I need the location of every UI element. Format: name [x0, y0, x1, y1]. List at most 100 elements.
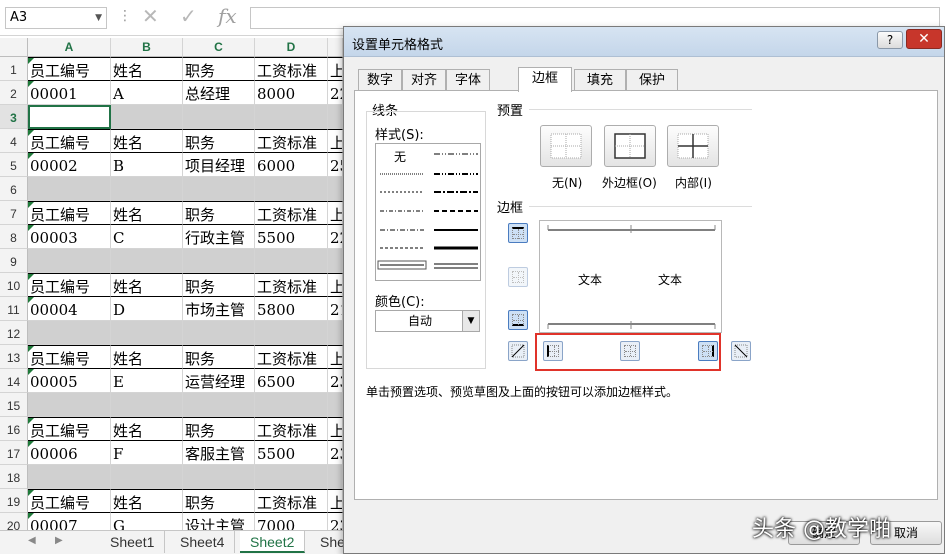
border-preview[interactable]: 文本 文本 [539, 220, 722, 333]
table-cell[interactable]: 项目经理 [183, 153, 255, 177]
table-cell[interactable]: 00004 [28, 297, 111, 321]
enter-icon[interactable]: ✓ [180, 4, 197, 28]
row-header[interactable]: 4 [0, 129, 28, 153]
table-cell[interactable] [111, 177, 183, 201]
table-cell[interactable] [183, 249, 255, 273]
border-top-button[interactable] [508, 223, 528, 243]
table-cell[interactable]: 姓名 [111, 417, 183, 441]
row-header[interactable]: 2 [0, 81, 28, 105]
table-cell[interactable]: 运营经理 [183, 369, 255, 393]
table-cell[interactable]: 工资标准 [255, 57, 328, 81]
table-cell[interactable]: 工资标准 [255, 129, 328, 153]
error-indicator-icon[interactable] [28, 58, 34, 64]
table-cell[interactable] [328, 393, 343, 417]
row-header[interactable]: 16 [0, 417, 28, 441]
table-cell[interactable]: 上 [328, 201, 343, 225]
table-cell[interactable]: 员工编号 [28, 57, 111, 81]
table-cell[interactable] [255, 177, 328, 201]
error-indicator-icon[interactable] [28, 81, 34, 87]
close-button[interactable]: ✕ [906, 29, 942, 49]
table-cell[interactable]: 00005 [28, 369, 111, 393]
error-indicator-icon[interactable] [28, 130, 34, 136]
table-cell[interactable]: 00003 [28, 225, 111, 249]
preset-none-button[interactable] [540, 125, 592, 167]
table-cell[interactable]: 5500 [255, 441, 328, 465]
table-cell[interactable]: 上 [328, 273, 343, 297]
table-cell[interactable] [183, 393, 255, 417]
table-cell[interactable]: 工资标准 [255, 345, 328, 369]
table-cell[interactable]: 职务 [183, 201, 255, 225]
table-cell[interactable]: 22 [328, 81, 343, 105]
table-cell[interactable]: 职务 [183, 129, 255, 153]
table-cell[interactable]: 市场主管 [183, 297, 255, 321]
error-indicator-icon[interactable] [28, 418, 34, 424]
row-header[interactable]: 10 [0, 273, 28, 297]
table-cell[interactable]: 姓名 [111, 345, 183, 369]
table-cell[interactable] [255, 105, 328, 129]
line-style-list[interactable]: 无 [375, 143, 481, 281]
table-cell[interactable] [28, 105, 111, 129]
table-cell[interactable]: C [111, 225, 183, 249]
table-cell[interactable] [28, 465, 111, 489]
table-cell[interactable]: 员工编号 [28, 273, 111, 297]
row-header[interactable]: 11 [0, 297, 28, 321]
table-cell[interactable]: 姓名 [111, 57, 183, 81]
table-cell[interactable]: 员工编号 [28, 489, 111, 513]
table-cell[interactable]: 员工编号 [28, 345, 111, 369]
table-cell[interactable] [183, 321, 255, 345]
table-cell[interactable]: 8000 [255, 81, 328, 105]
table-cell[interactable]: 客服主管 [183, 441, 255, 465]
cancel-icon[interactable]: ✕ [142, 4, 159, 28]
table-cell[interactable] [111, 393, 183, 417]
help-button[interactable]: ? [877, 31, 903, 49]
row-header[interactable]: 15 [0, 393, 28, 417]
table-cell[interactable]: 22 [328, 225, 343, 249]
table-cell[interactable]: 工资标准 [255, 489, 328, 513]
column-header-c[interactable]: C [183, 38, 255, 57]
table-cell[interactable] [255, 465, 328, 489]
error-indicator-icon[interactable] [28, 490, 34, 496]
table-cell[interactable]: 员工编号 [28, 201, 111, 225]
table-cell[interactable]: 上 [328, 489, 343, 513]
table-cell[interactable]: 上 [328, 129, 343, 153]
table-cell[interactable]: 员工编号 [28, 417, 111, 441]
table-cell[interactable]: 25 [328, 153, 343, 177]
sheet-tab-sheet1[interactable]: Sheet1 [100, 531, 166, 553]
table-cell[interactable]: B [111, 153, 183, 177]
error-indicator-icon[interactable] [28, 202, 34, 208]
table-cell[interactable]: 姓名 [111, 129, 183, 153]
preset-inside-button[interactable] [667, 125, 719, 167]
table-cell[interactable]: 行政主管 [183, 225, 255, 249]
table-cell[interactable] [28, 177, 111, 201]
sheet-tab-sheet2[interactable]: Sheet2 [240, 531, 306, 553]
row-header[interactable]: 1 [0, 57, 28, 81]
tab-border[interactable]: 边框 [518, 67, 572, 92]
table-cell[interactable]: 姓名 [111, 489, 183, 513]
table-cell[interactable]: E [111, 369, 183, 393]
table-cell[interactable]: 职务 [183, 345, 255, 369]
table-cell[interactable] [328, 465, 343, 489]
table-cell[interactable]: 6500 [255, 369, 328, 393]
column-header-a[interactable]: A [28, 38, 111, 57]
table-cell[interactable] [111, 249, 183, 273]
column-header-e[interactable] [328, 38, 343, 57]
table-cell[interactable]: 员工编号 [28, 129, 111, 153]
table-cell[interactable]: 5800 [255, 297, 328, 321]
table-cell[interactable]: 工资标准 [255, 417, 328, 441]
table-cell[interactable]: 工资标准 [255, 201, 328, 225]
color-select[interactable]: 自动 ▼ [375, 310, 480, 332]
table-cell[interactable] [183, 465, 255, 489]
error-indicator-icon[interactable] [28, 297, 34, 303]
border-diagonal-up-button[interactable] [508, 341, 528, 361]
row-header[interactable]: 7 [0, 201, 28, 225]
chevron-down-icon[interactable]: ▼ [95, 8, 102, 28]
row-header[interactable]: 12 [0, 321, 28, 345]
table-cell[interactable]: 总经理 [183, 81, 255, 105]
table-cell[interactable] [328, 249, 343, 273]
error-indicator-icon[interactable] [28, 274, 34, 280]
table-cell[interactable]: F [111, 441, 183, 465]
error-indicator-icon[interactable] [28, 153, 34, 159]
table-cell[interactable] [111, 321, 183, 345]
tab-alignment[interactable]: 对齐 [402, 69, 446, 91]
table-cell[interactable]: 姓名 [111, 273, 183, 297]
